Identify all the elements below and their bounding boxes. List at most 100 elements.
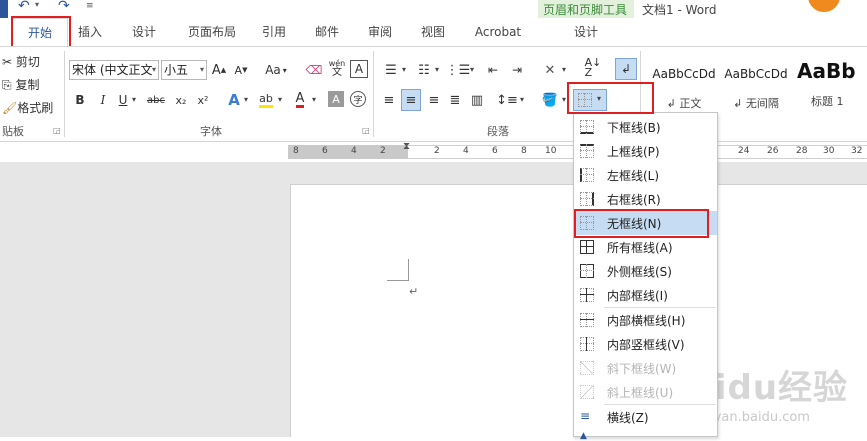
brush-icon: 🖌: [2, 101, 18, 115]
show-marks-button[interactable]: ↲: [615, 58, 637, 80]
style-name: 标题 1: [811, 95, 844, 108]
tab-mailings[interactable]: 邮件: [307, 18, 347, 46]
font-family-combo[interactable]: 宋体 (中文正文 ▾: [69, 60, 159, 80]
borders-dropdown-menu: 下框线(B) 上框线(P) 左框线(L) 右框线(R) 无框线(N) 所有框线(…: [573, 112, 718, 441]
style-name: ↲ 正文: [666, 97, 702, 110]
style-normal[interactable]: AaBbCcDd ↲ 正文: [648, 53, 720, 113]
grow-font-icon: A: [211, 62, 221, 78]
justify-button[interactable]: ≣: [446, 90, 464, 110]
shrink-font-button[interactable]: A ▼: [233, 60, 249, 80]
phonetic-guide-button[interactable]: wén 文: [328, 58, 346, 78]
align-left-button[interactable]: ≡: [380, 90, 398, 110]
format-painter-button[interactable]: 🖌格式刷: [2, 99, 53, 116]
menu-item-inside-horizontal[interactable]: 内部横框线(H): [574, 308, 717, 332]
ruler-tick: 28: [796, 146, 808, 156]
ruler-tick: 10: [545, 146, 557, 156]
multilevel-list-button[interactable]: ⋮☰: [446, 60, 471, 80]
increase-indent-button[interactable]: ⇥: [508, 60, 526, 80]
highlight-color-button[interactable]: ab: [256, 90, 276, 110]
menu-item-top-border[interactable]: 上框线(P): [574, 139, 717, 163]
tab-references[interactable]: 引用: [254, 18, 294, 46]
character-shading-button[interactable]: A: [328, 91, 344, 107]
redo-icon[interactable]: ↷: [58, 0, 70, 14]
chevron-down-icon[interactable]: ▾: [520, 95, 524, 104]
ribbon-tab-bar: 开始 插入 设计 页面布局 引用 邮件 审阅 视图 Acrobat 设计: [0, 18, 867, 46]
tab-acrobat[interactable]: Acrobat: [466, 18, 530, 46]
change-case-button[interactable]: Aa ▾: [260, 60, 292, 80]
menu-item-outside-borders[interactable]: 外侧框线(S): [574, 259, 717, 283]
horizontal-ruler[interactable]: 8 6 4 2 ⧗ 2 4 6 8 10 24 26 28 30 32: [0, 141, 867, 162]
bullets-button[interactable]: ☰: [381, 60, 401, 80]
style-heading-1[interactable]: AaBb 标题 1: [793, 53, 867, 113]
tab-design[interactable]: 设计: [124, 18, 164, 46]
tab-page-layout[interactable]: 页面布局: [180, 18, 244, 46]
chevron-down-icon[interactable]: ▾: [278, 95, 282, 104]
underline-button[interactable]: U: [116, 90, 130, 110]
cut-label: 剪切: [15, 55, 40, 69]
decrease-indent-button[interactable]: ⇤: [484, 60, 502, 80]
menu-item-inside-borders[interactable]: 内部框线(I): [574, 283, 717, 307]
tab-review[interactable]: 审阅: [360, 18, 400, 46]
copy-button[interactable]: ⎘ 复制: [2, 76, 39, 93]
chevron-down-icon[interactable]: ▾: [312, 95, 316, 104]
customize-qat-icon[interactable]: ≡: [86, 1, 94, 11]
bottom-border-icon: [580, 120, 594, 134]
font-size-combo[interactable]: 小五 ▾: [161, 60, 207, 80]
style-preview: AaBbCcDd: [652, 67, 716, 81]
home-tab-highlight: [11, 16, 71, 48]
style-preview: AaBb: [797, 59, 856, 83]
chevron-down-icon[interactable]: ▾: [562, 65, 566, 74]
group-separator: [64, 51, 65, 137]
diagonal-down-border-icon: [580, 361, 594, 375]
chevron-down-icon[interactable]: ▾: [402, 65, 406, 74]
chevron-down-icon[interactable]: ▾: [244, 95, 248, 104]
menu-item-bottom-border[interactable]: 下框线(B): [574, 115, 717, 139]
character-border-icon: A: [354, 62, 364, 76]
italic-button[interactable]: I: [95, 90, 111, 110]
align-right-button[interactable]: ≡: [425, 90, 443, 110]
chinese-layout-button[interactable]: ✕: [540, 60, 560, 80]
font-launcher-icon[interactable]: ◲: [362, 126, 370, 135]
grow-font-button[interactable]: A ▲: [211, 60, 227, 80]
numbering-button[interactable]: ☷: [414, 60, 434, 80]
chevron-down-icon[interactable]: ▾: [132, 95, 136, 104]
ruler-tick: 26: [767, 146, 779, 156]
clear-formatting-button[interactable]: ⌫: [304, 60, 324, 80]
character-border-button[interactable]: A: [350, 60, 368, 78]
distributed-button[interactable]: ▥: [468, 90, 486, 110]
clipboard-launcher-icon[interactable]: ◲: [53, 126, 61, 135]
user-avatar[interactable]: [806, 0, 842, 14]
font-color-button[interactable]: A: [292, 90, 308, 110]
menu-item-left-border[interactable]: 左框线(L): [574, 163, 717, 187]
enclose-characters-button[interactable]: 字: [350, 91, 366, 107]
tab-insert[interactable]: 插入: [70, 18, 110, 46]
line-spacing-button[interactable]: ↕≡: [496, 90, 518, 110]
superscript-button[interactable]: x²: [194, 90, 212, 110]
subscript-button[interactable]: x₂: [172, 90, 190, 110]
shading-button[interactable]: 🪣: [540, 90, 560, 110]
tab-header-footer-design[interactable]: 设计: [566, 18, 606, 46]
bold-button[interactable]: B: [72, 90, 88, 110]
chevron-down-icon[interactable]: ▾: [470, 65, 474, 74]
menu-item-inside-vertical[interactable]: 内部竖框线(V): [574, 332, 717, 356]
menu-item-horizontal-line[interactable]: ≡ 横线(Z): [574, 405, 717, 429]
strikethrough-button[interactable]: abc: [143, 90, 169, 110]
menu-item-right-border[interactable]: 右框线(R): [574, 187, 717, 211]
chevron-down-icon: ▾: [282, 65, 287, 75]
all-borders-icon: [580, 240, 594, 254]
sort-button[interactable]: A↓ Z: [584, 57, 602, 78]
menu-item-label: 内部横框线(H): [607, 314, 686, 328]
text-effects-button[interactable]: A: [226, 90, 242, 110]
menu-item-all-borders[interactable]: 所有框线(A): [574, 235, 717, 259]
cut-button[interactable]: ✂ 剪切: [2, 53, 40, 70]
undo-dropdown-icon[interactable]: ▾: [35, 0, 39, 9]
chevron-down-icon[interactable]: ▾: [562, 95, 566, 104]
ruler-tick: 6: [492, 146, 498, 156]
tab-view[interactable]: 视图: [413, 18, 453, 46]
indent-marker-icon[interactable]: ⧗: [403, 141, 410, 152]
align-center-button[interactable]: ≡: [401, 89, 421, 111]
chevron-down-icon[interactable]: ▾: [435, 65, 439, 74]
style-no-spacing[interactable]: AaBbCcDd ↲ 无间隔: [720, 53, 792, 113]
undo-icon[interactable]: ↶: [18, 0, 30, 14]
menu-item-label: 斜上框线(U): [607, 386, 674, 400]
